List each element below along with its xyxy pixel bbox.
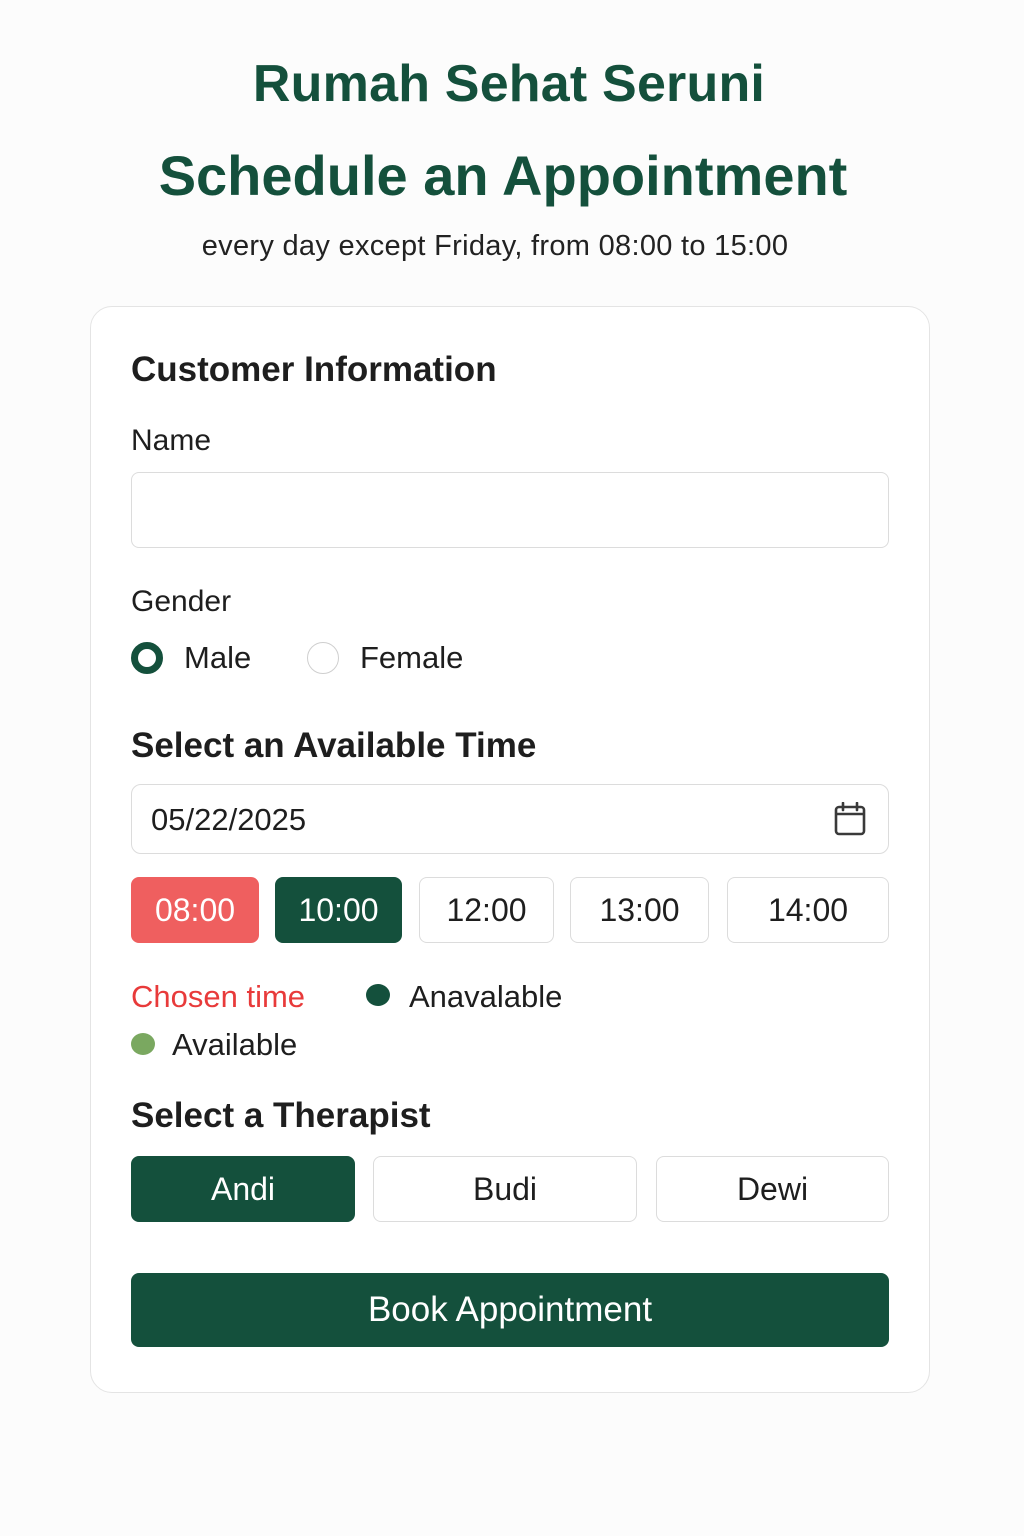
time-slot-0800[interactable]: 08:00 [131,877,259,943]
legend-unavailable-dot [366,984,390,1006]
radio-female-label[interactable]: Female [360,640,463,676]
therapist-section-heading: Select a Therapist [131,1096,431,1135]
time-section-heading: Select an Available Time [131,726,537,765]
radio-female[interactable] [307,642,339,674]
time-slot-1400[interactable]: 14:00 [727,877,889,943]
book-appointment-button[interactable]: Book Appointment [131,1273,889,1347]
legend-chosen-label: Chosen time [131,979,306,1014]
therapist-dewi[interactable]: Dewi [656,1156,889,1222]
calendar-icon[interactable] [834,801,866,836]
legend-unavailable-label: Anavalable [409,979,563,1014]
radio-male[interactable] [131,642,163,674]
customer-info-heading: Customer Information [131,350,497,389]
name-input[interactable] [131,472,889,548]
name-label: Name [131,424,212,457]
brand-name: Rumah Sehat Seruni [252,55,766,113]
legend-available-label: Available [172,1027,298,1062]
legend-available-dot [131,1033,155,1055]
therapist-budi[interactable]: Budi [373,1156,637,1222]
gender-label: Gender [131,585,232,618]
page-title: Schedule an Appointment [158,144,848,207]
time-slot-1000[interactable]: 10:00 [275,877,402,943]
appointment-page: Rumah Sehat Seruni Schedule an Appointme… [0,0,1024,1536]
therapist-andi[interactable]: Andi [131,1156,355,1222]
time-slot-1300[interactable]: 13:00 [570,877,709,943]
radio-male-label[interactable]: Male [184,640,251,676]
time-slot-1200[interactable]: 12:00 [419,877,554,943]
date-value: 05/22/2025 [151,802,307,837]
opening-hours: every day except Friday, from 08:00 to 1… [201,230,789,262]
date-picker[interactable]: 05/22/2025 [131,784,889,854]
